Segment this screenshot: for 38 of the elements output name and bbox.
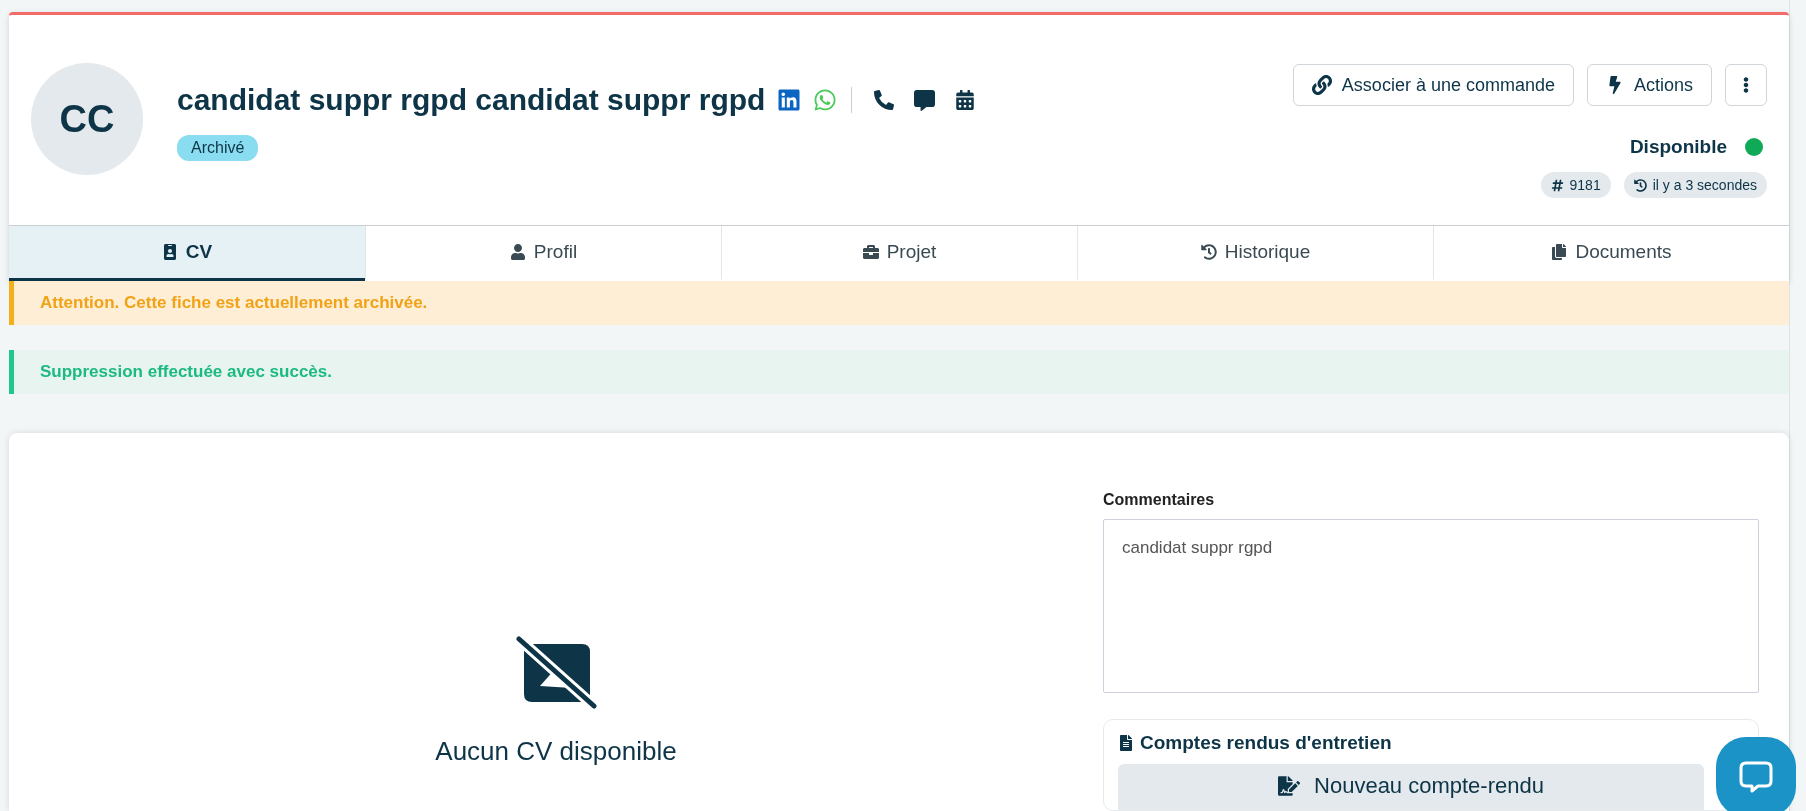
header-button[interactable]: Actions — [1586, 64, 1712, 106]
documents-icon — [1551, 244, 1568, 260]
tab[interactable]: Projet — [721, 226, 1077, 281]
tab[interactable]: Profil — [365, 226, 721, 281]
warning-alert: Attention. Cette fiche est actuellement archivée. — [9, 281, 1789, 325]
candidate-name: candidat suppr rgpd candidat suppr rgpd — [177, 83, 766, 117]
history-icon — [1633, 178, 1647, 192]
briefcase-icon — [862, 244, 879, 260]
header-button[interactable]: Associer à une commande — [1292, 64, 1574, 106]
history-icon — [1200, 244, 1217, 260]
empty-cv-text: Aucun CV disponible — [435, 736, 677, 767]
user-icon — [509, 244, 526, 260]
status-badge: Archivé — [177, 135, 259, 161]
hash-icon — [1550, 178, 1564, 192]
comments-field[interactable]: candidat suppr rgpd — [1103, 519, 1759, 693]
message-icon[interactable] — [914, 89, 936, 111]
document-icon — [1118, 735, 1134, 751]
tab[interactable]: CV — [9, 226, 365, 281]
file-pen-icon — [1278, 774, 1301, 797]
id-chip: 9181 — [1540, 172, 1611, 198]
chat-icon — [1738, 759, 1774, 795]
link-icon — [1311, 75, 1332, 95]
availability-label: Disponible — [1629, 136, 1727, 158]
tab[interactable]: Historique — [1077, 226, 1433, 281]
tab[interactable]: Documents — [1433, 226, 1789, 281]
phone-icon[interactable] — [874, 90, 895, 110]
avatar: CC — [31, 63, 143, 175]
status-dot — [1745, 138, 1763, 156]
linkedin-icon[interactable] — [777, 88, 802, 112]
more-button[interactable] — [1725, 64, 1767, 106]
new-report-button[interactable]: Nouveau compte-rendu — [1118, 764, 1704, 810]
comments-label: Commentaires — [1103, 491, 1216, 509]
updated-chip: il y a 3 secondes — [1623, 172, 1767, 198]
success-alert: Suppression effectuée avec succès. — [9, 350, 1789, 394]
chat-button[interactable] — [1716, 737, 1796, 811]
calendar-icon[interactable] — [955, 90, 976, 110]
reports-title: Comptes rendus d'entretien — [1140, 732, 1392, 754]
image-off-icon — [514, 636, 598, 710]
